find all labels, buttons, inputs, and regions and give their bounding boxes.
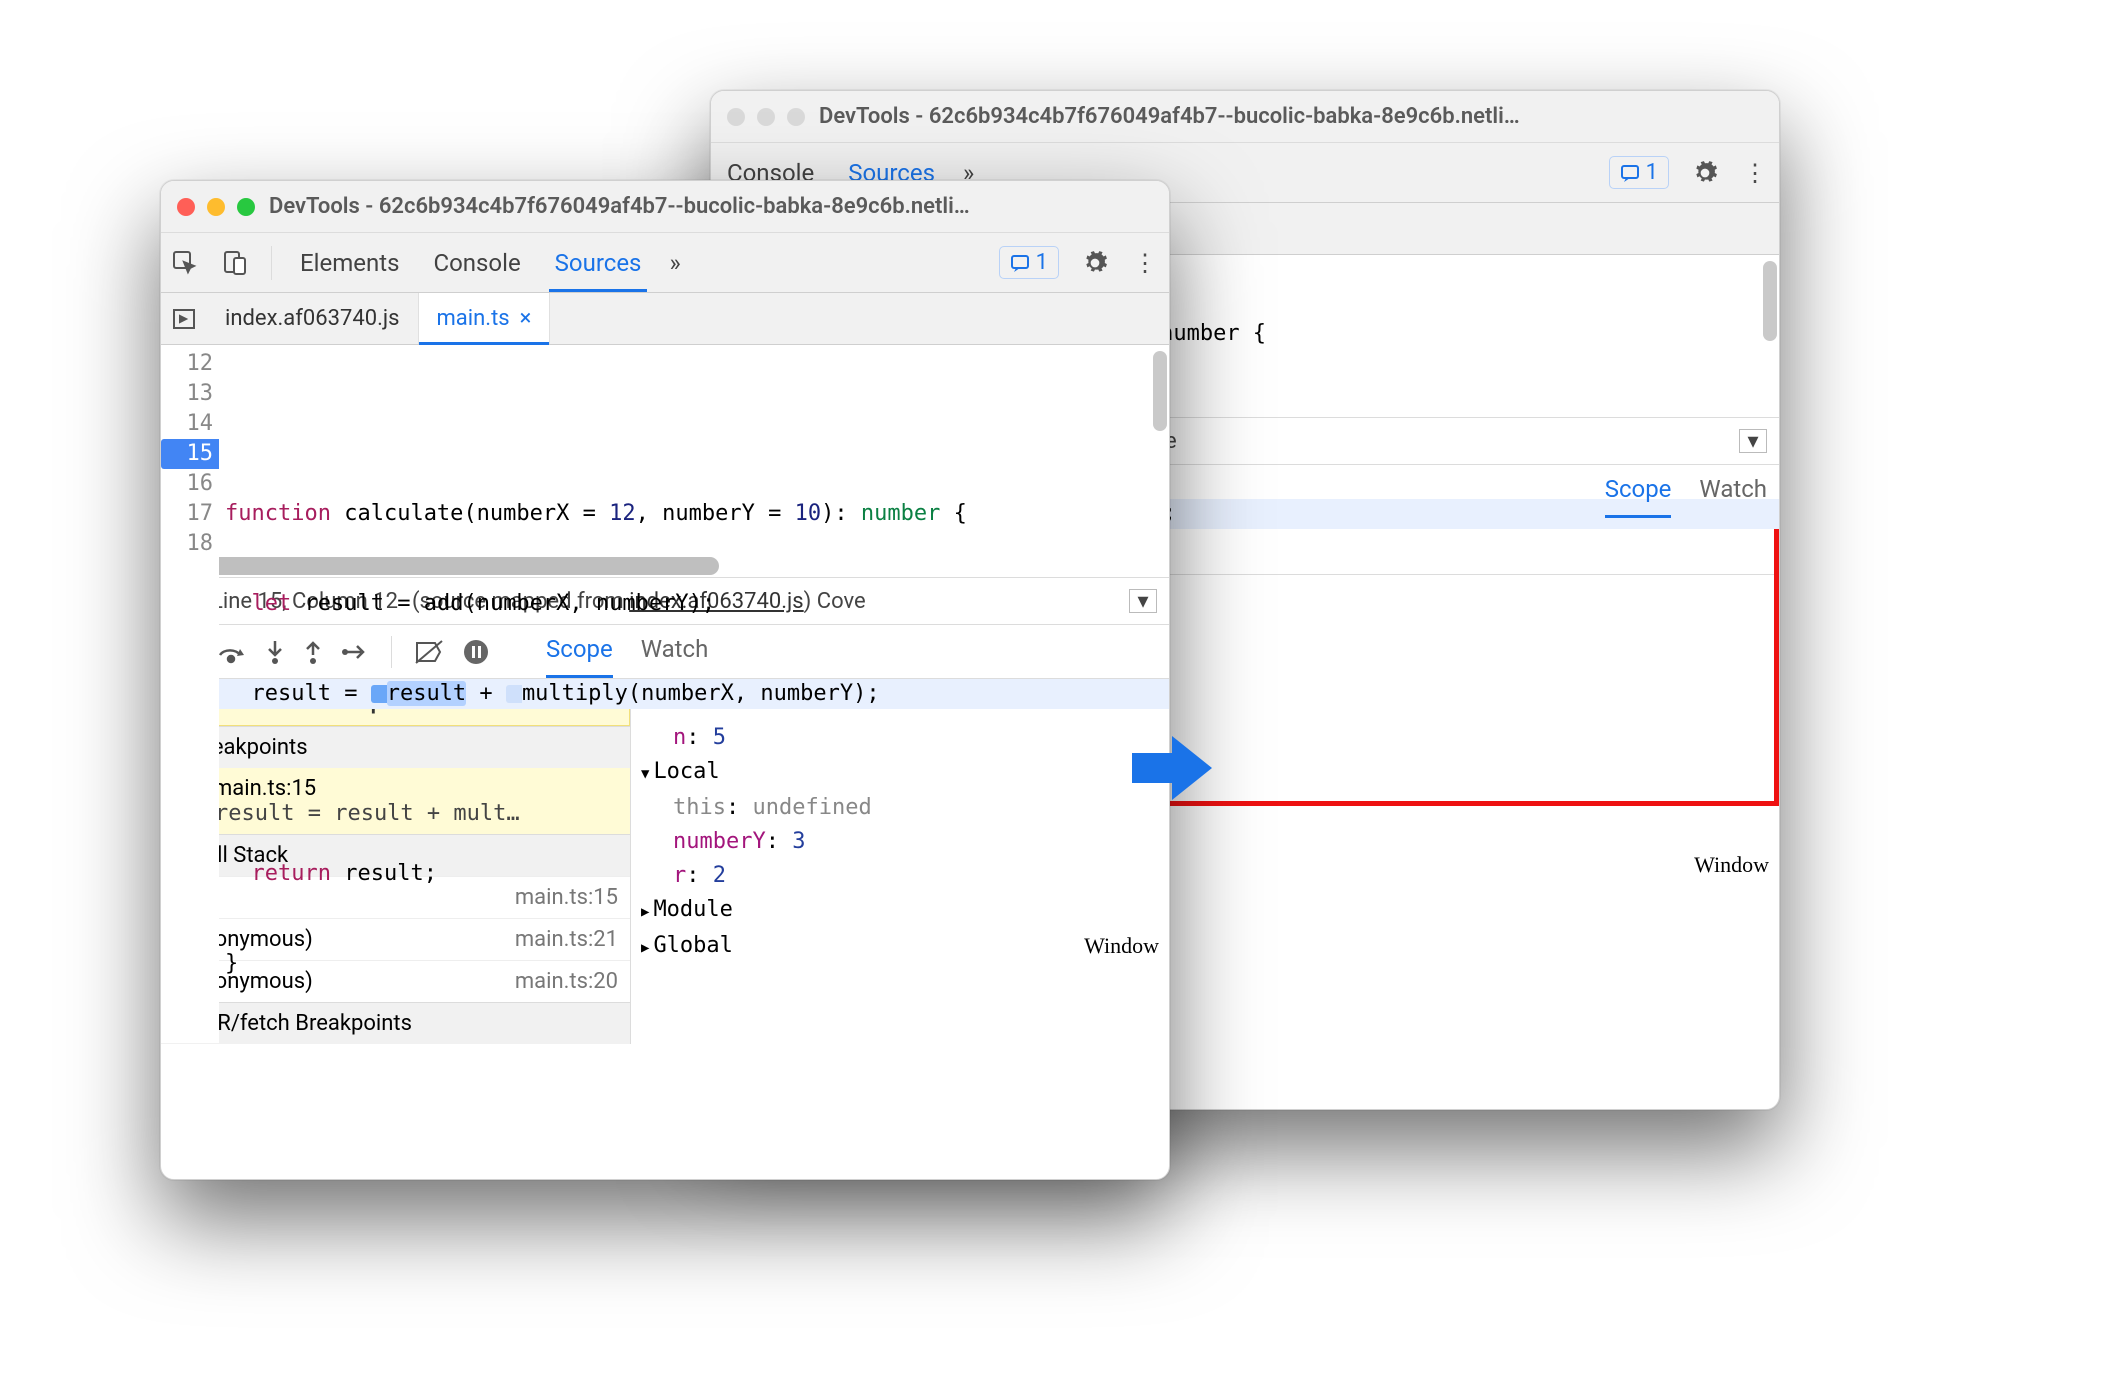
watch-tab[interactable]: Watch bbox=[641, 635, 709, 669]
step-marker bbox=[506, 685, 522, 703]
file-tab-index[interactable]: index.af063740.js bbox=[207, 293, 419, 344]
breakpoint-marker bbox=[371, 685, 387, 703]
file-tab-main[interactable]: main.ts× bbox=[419, 293, 551, 344]
gear-icon[interactable] bbox=[1081, 249, 1109, 277]
scope-tab[interactable]: Scope bbox=[1605, 475, 1672, 509]
arrow-icon bbox=[1127, 728, 1217, 808]
min-dot[interactable] bbox=[757, 108, 775, 126]
titlebar-back: DevTools - 62c6b934c4b7f676049af4b7--buc… bbox=[711, 91, 1779, 143]
code-editor-front[interactable]: 121314 15 161718 function calculate(numb… bbox=[161, 345, 1169, 555]
device-icon[interactable] bbox=[221, 249, 249, 277]
window-title: DevTools - 62c6b934c4b7f676049af4b7--buc… bbox=[819, 104, 1763, 129]
source-code[interactable]: function calculate(numberX = 12, numberY… bbox=[219, 345, 1169, 1043]
max-dot[interactable] bbox=[237, 198, 255, 216]
close-dot[interactable] bbox=[727, 108, 745, 126]
close-dot[interactable] bbox=[177, 198, 195, 216]
issues-chip[interactable]: 1 bbox=[1609, 156, 1669, 189]
main-tabs-front: Elements Console Sources » 1 ⋮ bbox=[161, 233, 1169, 293]
gutter[interactable]: 121314 15 161718 bbox=[161, 345, 219, 1043]
tabs-overflow[interactable]: » bbox=[669, 249, 680, 277]
navigator-icon[interactable] bbox=[161, 308, 207, 330]
kebab-icon[interactable]: ⋮ bbox=[1741, 159, 1769, 187]
inspect-icon[interactable] bbox=[171, 249, 199, 277]
titlebar-front: DevTools - 62c6b934c4b7f676049af4b7--buc… bbox=[161, 181, 1169, 233]
scope-tab[interactable]: Scope bbox=[546, 635, 613, 669]
traffic-lights bbox=[727, 108, 805, 126]
tab-elements[interactable]: Elements bbox=[294, 235, 405, 291]
max-dot[interactable] bbox=[787, 108, 805, 126]
kebab-icon[interactable]: ⋮ bbox=[1131, 249, 1159, 277]
vertical-scrollbar[interactable] bbox=[1763, 255, 1777, 395]
watch-tab[interactable]: Watch bbox=[1699, 475, 1767, 509]
issues-chip[interactable]: 1 bbox=[999, 246, 1059, 279]
window-title: DevTools - 62c6b934c4b7f676049af4b7--buc… bbox=[269, 194, 1153, 219]
file-tabs-front: index.af063740.js main.ts× bbox=[161, 293, 1169, 345]
tab-sources[interactable]: Sources bbox=[549, 235, 648, 291]
min-dot[interactable] bbox=[207, 198, 225, 216]
gear-icon[interactable] bbox=[1691, 159, 1719, 187]
traffic-lights bbox=[177, 198, 255, 216]
tab-console[interactable]: Console bbox=[427, 235, 526, 291]
devtools-window-front: DevTools - 62c6b934c4b7f676049af4b7--buc… bbox=[160, 180, 1170, 1180]
vertical-scrollbar[interactable] bbox=[1153, 345, 1167, 555]
breakpoint-gutter[interactable]: 15 bbox=[161, 439, 219, 469]
close-icon[interactable]: × bbox=[520, 306, 532, 331]
